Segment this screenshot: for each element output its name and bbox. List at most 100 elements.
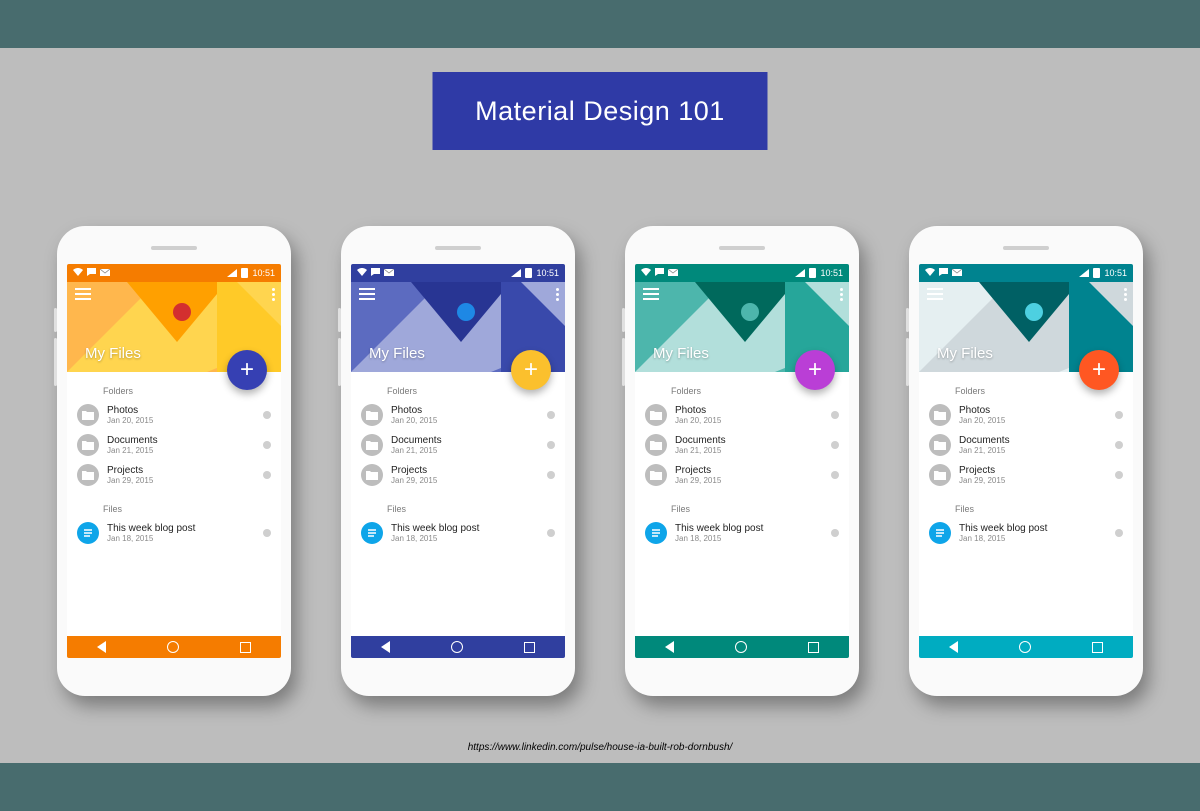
info-icon[interactable] xyxy=(547,471,555,479)
item-date: Jan 18, 2015 xyxy=(675,534,823,543)
info-icon[interactable] xyxy=(263,529,271,537)
list-item[interactable]: Documents Jan 21, 2015 xyxy=(351,430,565,460)
list-item[interactable]: Documents Jan 21, 2015 xyxy=(67,430,281,460)
nav-back-button[interactable] xyxy=(381,641,390,653)
folder-icon xyxy=(361,434,383,456)
item-title: This week blog post xyxy=(675,523,823,534)
fab-add-button[interactable]: + xyxy=(511,350,551,390)
phone-mockup: 10:51 My Files xyxy=(341,226,575,696)
list-item[interactable]: Projects Jan 29, 2015 xyxy=(919,460,1133,490)
app-title: My Files xyxy=(369,345,425,362)
item-title: Photos xyxy=(391,405,539,416)
wifi-icon xyxy=(73,268,83,278)
nav-home-button[interactable] xyxy=(167,641,179,653)
hamburger-icon xyxy=(927,288,943,300)
list-item[interactable]: Photos Jan 20, 2015 xyxy=(635,400,849,430)
info-icon[interactable] xyxy=(1115,411,1123,419)
phone-speaker xyxy=(1003,246,1049,250)
list-item[interactable]: Projects Jan 29, 2015 xyxy=(635,460,849,490)
folder-icon xyxy=(77,434,99,456)
navigation-bar xyxy=(67,636,281,658)
item-date: Jan 29, 2015 xyxy=(107,476,255,485)
mail-icon xyxy=(952,268,962,278)
nav-back-button[interactable] xyxy=(97,641,106,653)
info-icon[interactable] xyxy=(1115,529,1123,537)
item-title: Photos xyxy=(959,405,1107,416)
menu-button[interactable] xyxy=(359,288,375,300)
folder-icon xyxy=(645,404,667,426)
nav-back-button[interactable] xyxy=(665,641,674,653)
nav-recent-button[interactable] xyxy=(524,642,535,653)
item-date: Jan 29, 2015 xyxy=(959,476,1107,485)
item-date: Jan 29, 2015 xyxy=(391,476,539,485)
nav-home-button[interactable] xyxy=(735,641,747,653)
overflow-button[interactable] xyxy=(272,288,275,301)
nav-recent-button[interactable] xyxy=(1092,642,1103,653)
overflow-button[interactable] xyxy=(840,288,843,301)
list-item[interactable]: Projects Jan 29, 2015 xyxy=(351,460,565,490)
phone-side-button xyxy=(906,308,909,332)
dots-icon xyxy=(840,288,843,291)
fab-add-button[interactable]: + xyxy=(795,350,835,390)
info-icon[interactable] xyxy=(263,411,271,419)
dots-icon xyxy=(272,288,275,291)
nav-home-button[interactable] xyxy=(451,641,463,653)
overflow-button[interactable] xyxy=(556,288,559,301)
folder-icon xyxy=(77,404,99,426)
nav-home-button[interactable] xyxy=(1019,641,1031,653)
status-bar: 10:51 xyxy=(351,264,565,282)
list-item[interactable]: Projects Jan 29, 2015 xyxy=(67,460,281,490)
list-item[interactable]: This week blog post Jan 18, 2015 xyxy=(67,518,281,548)
item-title: Photos xyxy=(107,405,255,416)
nav-recent-button[interactable] xyxy=(240,642,251,653)
document-icon xyxy=(361,522,383,544)
list-item[interactable]: This week blog post Jan 18, 2015 xyxy=(635,518,849,548)
list-item[interactable]: Photos Jan 20, 2015 xyxy=(351,400,565,430)
info-icon[interactable] xyxy=(547,529,555,537)
chat-icon xyxy=(939,268,948,278)
section-label-files: Files xyxy=(351,490,565,518)
fab-add-button[interactable]: + xyxy=(1079,350,1119,390)
title-banner: Material Design 101 xyxy=(433,72,768,150)
item-title: This week blog post xyxy=(391,523,539,534)
menu-button[interactable] xyxy=(643,288,659,300)
phone-side-button xyxy=(622,308,625,332)
status-time: 10:51 xyxy=(252,268,275,278)
mail-icon xyxy=(384,268,394,278)
info-icon[interactable] xyxy=(547,441,555,449)
list-item[interactable]: Documents Jan 21, 2015 xyxy=(635,430,849,460)
nav-back-button[interactable] xyxy=(949,641,958,653)
info-icon[interactable] xyxy=(1115,471,1123,479)
info-icon[interactable] xyxy=(831,529,839,537)
plus-icon: + xyxy=(524,356,538,384)
info-icon[interactable] xyxy=(831,411,839,419)
phones-row: 10:51 My Files xyxy=(0,226,1200,696)
info-icon[interactable] xyxy=(1115,441,1123,449)
phone-side-button xyxy=(338,338,341,386)
info-icon[interactable] xyxy=(831,471,839,479)
fab-add-button[interactable]: + xyxy=(227,350,267,390)
dots-icon xyxy=(556,288,559,291)
signal-icon xyxy=(511,269,521,277)
chat-icon xyxy=(655,268,664,278)
overflow-button[interactable] xyxy=(1124,288,1127,301)
folder-icon xyxy=(361,464,383,486)
info-icon[interactable] xyxy=(831,441,839,449)
info-icon[interactable] xyxy=(263,471,271,479)
list-item[interactable]: This week blog post Jan 18, 2015 xyxy=(919,518,1133,548)
menu-button[interactable] xyxy=(927,288,943,300)
info-icon[interactable] xyxy=(547,411,555,419)
battery-icon xyxy=(1093,268,1100,278)
nav-recent-button[interactable] xyxy=(808,642,819,653)
phone-side-button xyxy=(906,338,909,386)
mail-icon xyxy=(668,268,678,278)
list-item[interactable]: Photos Jan 20, 2015 xyxy=(67,400,281,430)
phone-side-button xyxy=(54,338,57,386)
list-item[interactable]: Documents Jan 21, 2015 xyxy=(919,430,1133,460)
info-icon[interactable] xyxy=(263,441,271,449)
credit-url: https://www.linkedin.com/pulse/house-ia-… xyxy=(0,742,1200,753)
menu-button[interactable] xyxy=(75,288,91,300)
item-title: This week blog post xyxy=(107,523,255,534)
list-item[interactable]: Photos Jan 20, 2015 xyxy=(919,400,1133,430)
list-item[interactable]: This week blog post Jan 18, 2015 xyxy=(351,518,565,548)
